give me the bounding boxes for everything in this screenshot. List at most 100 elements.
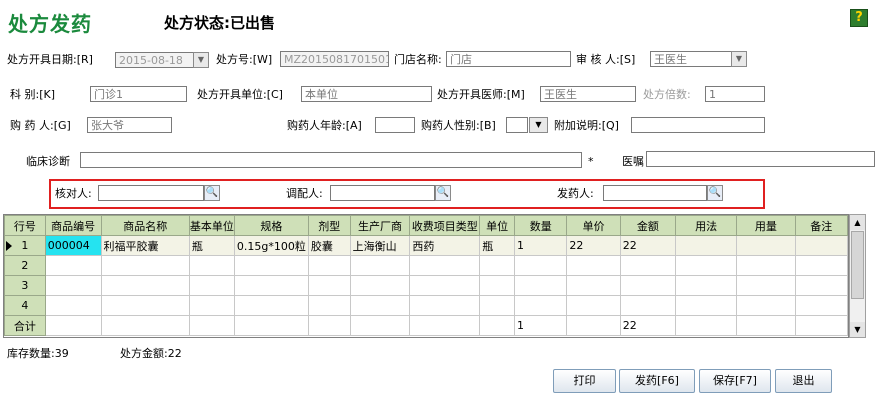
cell-dose[interactable]: [736, 235, 796, 256]
checker-field[interactable]: [98, 185, 204, 201]
cell-price[interactable]: [566, 255, 621, 276]
col-header[interactable]: 规格: [233, 215, 309, 236]
cell-base-unit[interactable]: [188, 275, 235, 296]
cell-remark[interactable]: [794, 235, 848, 256]
cell-form[interactable]: [307, 275, 351, 296]
note-field[interactable]: [631, 117, 765, 133]
cell-code[interactable]: [44, 275, 102, 296]
cell-name[interactable]: [100, 255, 190, 276]
scroll-up-icon[interactable]: ▲: [850, 215, 865, 230]
cell-price[interactable]: [566, 275, 621, 296]
cell-usage[interactable]: [675, 255, 738, 276]
dispenser-field[interactable]: [330, 185, 435, 201]
buyer-field[interactable]: 张大爷: [87, 117, 172, 133]
cell-amount[interactable]: 22: [619, 235, 677, 256]
cell-maker[interactable]: [349, 295, 411, 316]
issuer-field[interactable]: [603, 185, 707, 201]
cell-qty[interactable]: 1: [514, 235, 568, 256]
cell-spec[interactable]: 0.15g*100粒: [233, 235, 309, 256]
cell-remark[interactable]: [794, 295, 848, 316]
cell-dose[interactable]: [736, 275, 796, 296]
col-header[interactable]: 用量: [736, 215, 796, 236]
age-field[interactable]: [375, 117, 415, 133]
diagnosis-field[interactable]: [80, 152, 582, 168]
cell-price[interactable]: 22: [566, 235, 621, 256]
cell-spec[interactable]: [233, 255, 309, 276]
cell-qty[interactable]: [514, 255, 568, 276]
cell-unit[interactable]: [479, 275, 516, 296]
cell-name[interactable]: 利福平胶囊: [100, 235, 190, 256]
cell-form[interactable]: [307, 295, 351, 316]
cell-form[interactable]: [307, 255, 351, 276]
cell-dose[interactable]: [736, 255, 796, 276]
advice-field[interactable]: [646, 151, 875, 167]
cell-usage[interactable]: [675, 235, 738, 256]
scroll-thumb[interactable]: [851, 231, 864, 299]
cell-spec[interactable]: [233, 295, 309, 316]
dispenser-search-icon[interactable]: 🔍: [435, 185, 451, 201]
cell-base-unit[interactable]: 瓶: [188, 235, 235, 256]
col-header[interactable]: 基本单位: [188, 215, 235, 236]
col-header[interactable]: 备注: [794, 215, 848, 236]
cell-maker[interactable]: [349, 275, 411, 296]
col-header[interactable]: 单价: [566, 215, 621, 236]
dept-field[interactable]: 门诊1: [90, 86, 187, 102]
col-header[interactable]: 金额: [619, 215, 677, 236]
cell-amount[interactable]: [619, 255, 677, 276]
table-row[interactable]: 4: [4, 295, 848, 316]
cell-fee-type[interactable]: [409, 295, 481, 316]
table-row[interactable]: 2: [4, 255, 848, 276]
col-header[interactable]: 行号: [4, 215, 46, 236]
dispense-button[interactable]: 发药[F6]: [619, 369, 695, 393]
date-field[interactable]: 2015-08-18: [115, 52, 195, 68]
multiple-field[interactable]: 1: [705, 86, 765, 102]
grid-scrollbar[interactable]: ▲ ▼: [849, 214, 866, 338]
cell-usage[interactable]: [675, 295, 738, 316]
reviewer-dropdown-icon[interactable]: ▼: [731, 51, 747, 67]
cell-amount[interactable]: [619, 295, 677, 316]
drug-grid[interactable]: 行号 商品编号 商品名称 基本单位 规格 剂型 生产厂商 收费项目类型 单位 数…: [3, 214, 849, 338]
unit-field[interactable]: 本单位: [301, 86, 432, 102]
cell-code[interactable]: [44, 255, 102, 276]
cell-maker[interactable]: 上海衡山: [349, 235, 411, 256]
cell-amount[interactable]: [619, 275, 677, 296]
gender-dropdown-icon[interactable]: ▼: [529, 117, 548, 133]
col-header[interactable]: 单位: [479, 215, 516, 236]
col-header[interactable]: 用法: [675, 215, 738, 236]
cell-base-unit[interactable]: [188, 295, 235, 316]
doctor-field[interactable]: 王医生: [540, 86, 636, 102]
gender-field[interactable]: [506, 117, 528, 133]
store-field[interactable]: 门店: [446, 51, 571, 67]
reviewer-field[interactable]: 王医生: [650, 51, 732, 67]
cell-unit[interactable]: [479, 295, 516, 316]
col-header[interactable]: 商品名称: [100, 215, 190, 236]
cell-code[interactable]: 000004: [44, 235, 102, 256]
cell-qty[interactable]: [514, 275, 568, 296]
cell-fee-type[interactable]: [409, 275, 481, 296]
cell-remark[interactable]: [794, 255, 848, 276]
col-header[interactable]: 剂型: [307, 215, 351, 236]
col-header[interactable]: 数量: [514, 215, 568, 236]
cell-unit[interactable]: [479, 255, 516, 276]
cell-unit[interactable]: 瓶: [479, 235, 516, 256]
cell-dose[interactable]: [736, 295, 796, 316]
col-header[interactable]: 收费项目类型: [409, 215, 481, 236]
print-button[interactable]: 打印: [553, 369, 616, 393]
rx-no-field[interactable]: MZ2015081701501: [280, 51, 389, 67]
table-row[interactable]: 3: [4, 275, 848, 296]
checker-search-icon[interactable]: 🔍: [204, 185, 220, 201]
col-header[interactable]: 商品编号: [44, 215, 102, 236]
cell-qty[interactable]: [514, 295, 568, 316]
help-icon[interactable]: ?: [850, 9, 868, 27]
table-row[interactable]: 1 000004 利福平胶囊 瓶 0.15g*100粒 胶囊 上海衡山 西药 瓶…: [4, 235, 848, 256]
cell-name[interactable]: [100, 295, 190, 316]
cell-price[interactable]: [566, 295, 621, 316]
cell-code[interactable]: [44, 295, 102, 316]
cell-fee-type[interactable]: [409, 255, 481, 276]
cell-name[interactable]: [100, 275, 190, 296]
cell-usage[interactable]: [675, 275, 738, 296]
cell-fee-type[interactable]: 西药: [409, 235, 481, 256]
cell-maker[interactable]: [349, 255, 411, 276]
save-button[interactable]: 保存[F7]: [699, 369, 771, 393]
scroll-down-icon[interactable]: ▼: [850, 322, 865, 337]
